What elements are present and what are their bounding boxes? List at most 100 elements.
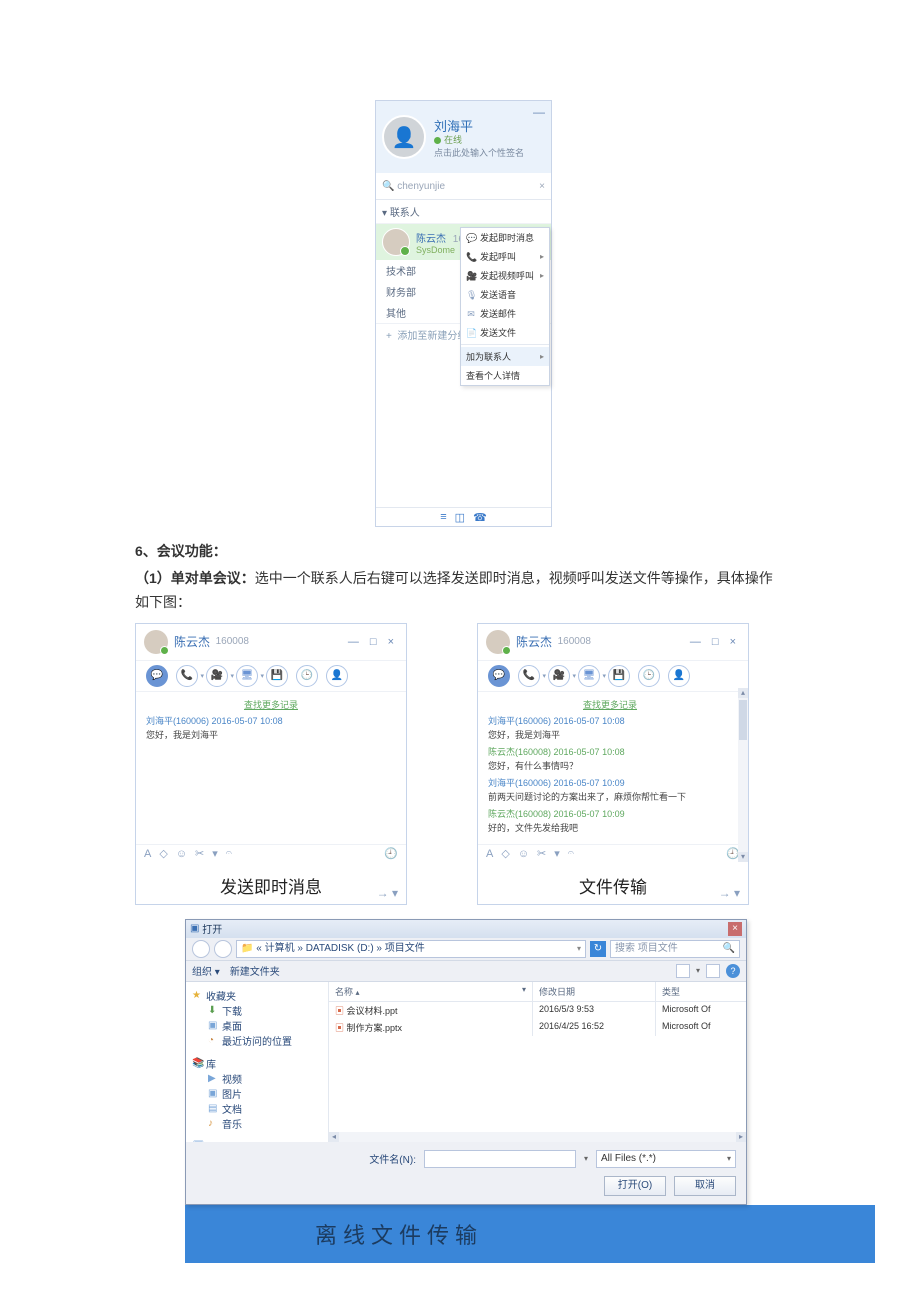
- chevron-down-icon[interactable]: ▾: [522, 985, 526, 994]
- path-text[interactable]: 📁 « 计算机 » DATADISK (D:) » 项目文件 ▾: [236, 940, 586, 958]
- attach-icon[interactable]: 𝄐: [226, 847, 232, 860]
- chevron-down-icon: ▾: [602, 672, 606, 680]
- clear-icon[interactable]: ×: [539, 181, 545, 192]
- chevron-down-icon[interactable]: ▾: [696, 966, 700, 975]
- chevron-down-icon[interactable]: ▾: [577, 941, 581, 957]
- box-icon[interactable]: ◫: [455, 511, 465, 524]
- signature-prompt[interactable]: 点击此处输入个性签名: [434, 146, 524, 159]
- phone-footer-icon[interactable]: ☎: [473, 511, 487, 524]
- menu-call[interactable]: 📞发起呼叫▸: [461, 247, 549, 266]
- filename-input[interactable]: [424, 1150, 576, 1168]
- col-name[interactable]: 名称 ▴ ▾: [329, 982, 533, 1001]
- emoji-icon[interactable]: ☺: [518, 848, 529, 860]
- person-icon[interactable]: 👤: [326, 665, 348, 687]
- sidebar-item-downloads[interactable]: ⬇下载: [192, 1003, 322, 1018]
- scroll-right-icon[interactable]: ▸: [736, 1132, 746, 1142]
- send-arrow-icon[interactable]: → ▾: [377, 886, 398, 900]
- chevron-down-icon[interactable]: ▾: [212, 847, 218, 860]
- sidebar-favorites[interactable]: ★收藏夹: [192, 988, 322, 1003]
- sidebar-item-music[interactable]: ♪音乐: [192, 1116, 322, 1131]
- attach-icon[interactable]: 𝄐: [568, 847, 574, 860]
- more-log-link[interactable]: 查找更多记录: [488, 698, 732, 711]
- chevron-down-icon[interactable]: ▾: [584, 1154, 588, 1163]
- menu-voicemail[interactable]: 🎙发送语音: [461, 285, 549, 304]
- download-icon: ⬇: [208, 1005, 218, 1015]
- save-icon[interactable]: 💾: [266, 665, 288, 687]
- video-icon[interactable]: 🎥▾: [206, 665, 228, 687]
- video-icon[interactable]: 🎥▾: [548, 665, 570, 687]
- chat-icon[interactable]: 💬: [488, 665, 510, 687]
- col-type[interactable]: 类型: [656, 982, 746, 1001]
- sidebar-item-documents[interactable]: ▤文档: [192, 1101, 322, 1116]
- chat-window-right: 陈云杰 160008 — □ × 💬 📞▾ 🎥▾ 🖥▾ 💾 🕒 👤 ▴ ▾: [477, 623, 749, 905]
- file-row[interactable]: ▣ 制作方案.pptx 2016/4/25 16:52 Microsoft Of: [329, 1019, 746, 1036]
- eraser-icon[interactable]: ◇: [501, 847, 509, 860]
- share-icon[interactable]: 🖥▾: [578, 665, 600, 687]
- search-field[interactable]: 🔍 chenyunjie ×: [376, 173, 551, 200]
- sidebar-item-recent[interactable]: ◔最近访问的位置: [192, 1033, 322, 1048]
- app-icon: ▣: [190, 923, 199, 934]
- crop-icon[interactable]: ✂: [537, 847, 546, 860]
- col-date[interactable]: 修改日期: [533, 982, 656, 1001]
- organize-menu[interactable]: 组织 ▾: [192, 963, 220, 978]
- menu-instant-message[interactable]: 💬发起即时消息: [461, 228, 549, 247]
- scroll-down-icon[interactable]: ▾: [738, 852, 748, 862]
- share-icon[interactable]: 🖥▾: [236, 665, 258, 687]
- view-icon[interactable]: [676, 964, 690, 978]
- window-controls[interactable]: — □ ×: [348, 636, 398, 648]
- nav-forward-icon[interactable]: [214, 940, 232, 958]
- sidebar-item-pictures[interactable]: ▣图片: [192, 1086, 322, 1101]
- menu-send-file[interactable]: 📄发送文件: [461, 323, 549, 342]
- clock-icon[interactable]: 🕒: [638, 665, 660, 687]
- h-scrollbar[interactable]: ◂▸: [329, 1132, 746, 1142]
- menu-add-contact[interactable]: 加为联系人▸: [461, 347, 549, 366]
- preview-icon[interactable]: [706, 964, 720, 978]
- sidebar-library[interactable]: 📚库: [192, 1056, 322, 1071]
- chat-icon[interactable]: 💬: [146, 665, 168, 687]
- menu-view-detail[interactable]: 查看个人详情: [461, 366, 549, 385]
- status[interactable]: 在线: [434, 133, 524, 146]
- section-contacts[interactable]: ▾ 联系人: [376, 200, 551, 224]
- filetype-select[interactable]: All Files (*.*)▾: [596, 1150, 736, 1168]
- sidebar-item-video[interactable]: ▶视频: [192, 1071, 322, 1086]
- emoji-icon[interactable]: ☺: [176, 848, 187, 860]
- more-log-link[interactable]: 查找更多记录: [146, 698, 396, 711]
- open-button[interactable]: 打开(O): [604, 1176, 666, 1196]
- cancel-button[interactable]: 取消: [674, 1176, 736, 1196]
- chevron-down-icon: ▾: [542, 672, 546, 680]
- msg-sender: 陈云杰(160008) 2016-05-07 10:09: [488, 807, 732, 820]
- sidebar: ★收藏夹 ⬇下载 ▣桌面 ◔最近访问的位置 📚库 ▶视频 ▣图片 ▤文档 ♪音乐…: [186, 982, 329, 1142]
- chat-avatar[interactable]: [486, 630, 510, 654]
- menu-icon[interactable]: ≡: [440, 511, 446, 523]
- phone-icon[interactable]: 📞▾: [176, 665, 198, 687]
- font-icon[interactable]: A: [486, 848, 493, 860]
- minimize-icon[interactable]: —: [533, 105, 545, 119]
- person-icon[interactable]: 👤: [668, 665, 690, 687]
- save-icon[interactable]: 💾: [608, 665, 630, 687]
- send-arrow-icon[interactable]: → ▾: [719, 886, 740, 900]
- close-icon[interactable]: ×: [728, 922, 742, 936]
- new-folder-button[interactable]: 新建文件夹: [230, 963, 280, 978]
- sidebar-item-desktop[interactable]: ▣桌面: [192, 1018, 322, 1033]
- file-row[interactable]: ▣ 会议材料.ppt 2016/5/3 9:53 Microsoft Of: [329, 1002, 746, 1019]
- chat-avatar[interactable]: [144, 630, 168, 654]
- eraser-icon[interactable]: ◇: [159, 847, 167, 860]
- help-icon[interactable]: ?: [726, 964, 740, 978]
- avatar[interactable]: 👤: [382, 115, 426, 159]
- input-toolbar: A ◇ ☺ ✂ ▾ 𝄐 🕘: [478, 844, 748, 863]
- font-icon[interactable]: A: [144, 848, 151, 860]
- sidebar-computer[interactable]: 🖥计算机: [192, 1139, 322, 1142]
- search-icon: 🔍: [382, 181, 394, 192]
- menu-video-call[interactable]: 🎥发起视频呼叫▸: [461, 266, 549, 285]
- scroll-left-icon[interactable]: ◂: [329, 1132, 339, 1142]
- phone-icon[interactable]: 📞▾: [518, 665, 540, 687]
- chevron-down-icon[interactable]: ▾: [554, 847, 560, 860]
- menu-email[interactable]: ✉发送邮件: [461, 304, 549, 323]
- clock-icon[interactable]: 🕒: [296, 665, 318, 687]
- search-input[interactable]: 搜索 项目文件 🔍: [610, 940, 740, 958]
- nav-back-icon[interactable]: [192, 940, 210, 958]
- crop-icon[interactable]: ✂: [195, 847, 204, 860]
- history-icon[interactable]: 🕘: [384, 847, 398, 860]
- window-controls[interactable]: — □ ×: [690, 636, 740, 648]
- refresh-icon[interactable]: ↻: [590, 941, 606, 957]
